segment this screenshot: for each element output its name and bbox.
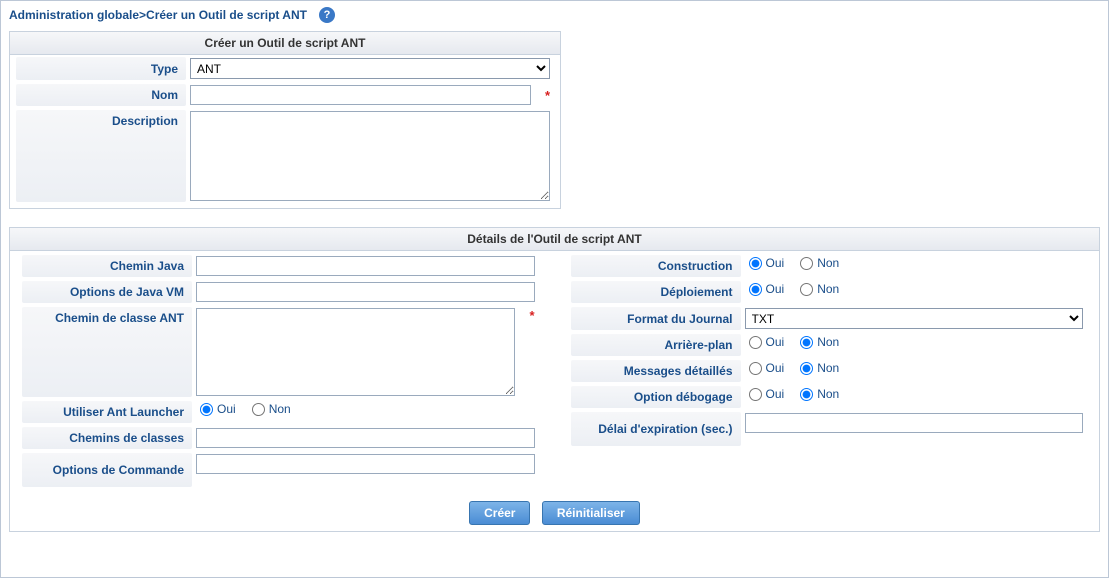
radio-background: Oui Non bbox=[745, 335, 840, 349]
label-background: Arrière-plan bbox=[571, 334, 741, 356]
radio-background-yes[interactable]: Oui bbox=[749, 335, 785, 349]
radio-build-yes[interactable]: Oui bbox=[749, 256, 785, 270]
label-jvm-options: Options de Java VM bbox=[22, 281, 192, 303]
label-verbose: Messages détaillés bbox=[571, 360, 741, 382]
input-jvm-options[interactable] bbox=[196, 282, 535, 302]
label-java-path: Chemin Java bbox=[22, 255, 192, 277]
radio-verbose-no[interactable]: Non bbox=[800, 361, 839, 375]
required-marker: * bbox=[541, 88, 550, 103]
radio-use-launcher-no[interactable]: Non bbox=[252, 402, 291, 416]
radio-use-launcher: Oui Non bbox=[196, 402, 291, 416]
panel-details: Détails de l'Outil de script ANT Chemin … bbox=[9, 227, 1100, 532]
row-name: Nom * bbox=[10, 82, 560, 108]
breadcrumb-current: Créer un Outil de script ANT bbox=[146, 8, 307, 22]
label-use-launcher: Utiliser Ant Launcher bbox=[22, 401, 192, 423]
row-jvm-options: Options de Java VM bbox=[16, 279, 545, 305]
row-description: Description bbox=[10, 108, 560, 204]
label-timeout: Délai d'expiration (sec.) bbox=[571, 412, 741, 446]
row-log-format: Format du Journal TXT bbox=[565, 305, 1094, 332]
radio-deploy-no[interactable]: Non bbox=[800, 282, 839, 296]
radio-debug: Oui Non bbox=[745, 387, 840, 401]
help-icon[interactable]: ? bbox=[319, 7, 335, 23]
row-classpaths: Chemins de classes bbox=[16, 425, 545, 451]
button-row: Créer Réinitialiser bbox=[10, 493, 1099, 531]
radio-deploy-yes[interactable]: Oui bbox=[749, 282, 785, 296]
breadcrumb-text: Administration globale>Créer un Outil de… bbox=[9, 8, 307, 22]
input-name[interactable] bbox=[190, 85, 531, 105]
row-cmd-options: Options de Commande bbox=[16, 451, 545, 489]
row-ant-classpath: Chemin de classe ANT * bbox=[16, 305, 545, 399]
radio-build-no[interactable]: Non bbox=[800, 256, 839, 270]
input-classpaths[interactable] bbox=[196, 428, 535, 448]
label-type: Type bbox=[16, 57, 186, 80]
radio-verbose: Oui Non bbox=[745, 361, 840, 375]
input-timeout[interactable] bbox=[745, 413, 1084, 433]
reset-button[interactable]: Réinitialiser bbox=[542, 501, 640, 525]
row-deploy: Déploiement Oui Non bbox=[565, 279, 1094, 305]
input-java-path[interactable] bbox=[196, 256, 535, 276]
breadcrumb: Administration globale>Créer un Outil de… bbox=[1, 1, 1108, 31]
create-button[interactable]: Créer bbox=[469, 501, 530, 525]
radio-build: Oui Non bbox=[745, 256, 840, 270]
label-cmd-options: Options de Commande bbox=[22, 453, 192, 487]
input-cmd-options[interactable] bbox=[196, 454, 535, 474]
row-timeout: Délai d'expiration (sec.) bbox=[565, 410, 1094, 448]
textarea-ant-classpath[interactable] bbox=[196, 308, 515, 396]
label-classpaths: Chemins de classes bbox=[22, 427, 192, 449]
row-verbose: Messages détaillés Oui Non bbox=[565, 358, 1094, 384]
select-log-format[interactable]: TXT bbox=[745, 308, 1084, 329]
label-description: Description bbox=[16, 110, 186, 202]
radio-background-no[interactable]: Non bbox=[800, 335, 839, 349]
label-name: Nom bbox=[16, 84, 186, 106]
select-type[interactable]: ANT bbox=[190, 58, 550, 79]
radio-use-launcher-yes[interactable]: Oui bbox=[200, 402, 236, 416]
label-log-format: Format du Journal bbox=[571, 307, 741, 330]
details-left-col: Chemin Java Options de Java VM Chemin de… bbox=[16, 253, 545, 489]
breadcrumb-separator: > bbox=[139, 8, 146, 22]
radio-debug-yes[interactable]: Oui bbox=[749, 387, 785, 401]
panel-create-title: Créer un Outil de script ANT bbox=[10, 32, 560, 55]
details-columns: Chemin Java Options de Java VM Chemin de… bbox=[10, 251, 1099, 493]
label-ant-classpath: Chemin de classe ANT bbox=[22, 307, 192, 397]
row-build: Construction Oui Non bbox=[565, 253, 1094, 279]
radio-debug-no[interactable]: Non bbox=[800, 387, 839, 401]
page-container: Administration globale>Créer un Outil de… bbox=[0, 0, 1109, 578]
row-use-launcher: Utiliser Ant Launcher Oui Non bbox=[16, 399, 545, 425]
radio-deploy: Oui Non bbox=[745, 282, 840, 296]
breadcrumb-root-link[interactable]: Administration globale bbox=[9, 8, 139, 22]
label-debug: Option débogage bbox=[571, 386, 741, 408]
required-marker: * bbox=[525, 308, 534, 323]
panel-details-title: Détails de l'Outil de script ANT bbox=[10, 228, 1099, 251]
radio-verbose-yes[interactable]: Oui bbox=[749, 361, 785, 375]
details-right-col: Construction Oui Non Déploiement Oui Non bbox=[565, 253, 1094, 489]
panel-create-tool: Créer un Outil de script ANT Type ANT No… bbox=[9, 31, 561, 209]
row-java-path: Chemin Java bbox=[16, 253, 545, 279]
row-type: Type ANT bbox=[10, 55, 560, 82]
label-deploy: Déploiement bbox=[571, 281, 741, 303]
row-background: Arrière-plan Oui Non bbox=[565, 332, 1094, 358]
row-debug: Option débogage Oui Non bbox=[565, 384, 1094, 410]
label-build: Construction bbox=[571, 255, 741, 277]
textarea-description[interactable] bbox=[190, 111, 550, 201]
